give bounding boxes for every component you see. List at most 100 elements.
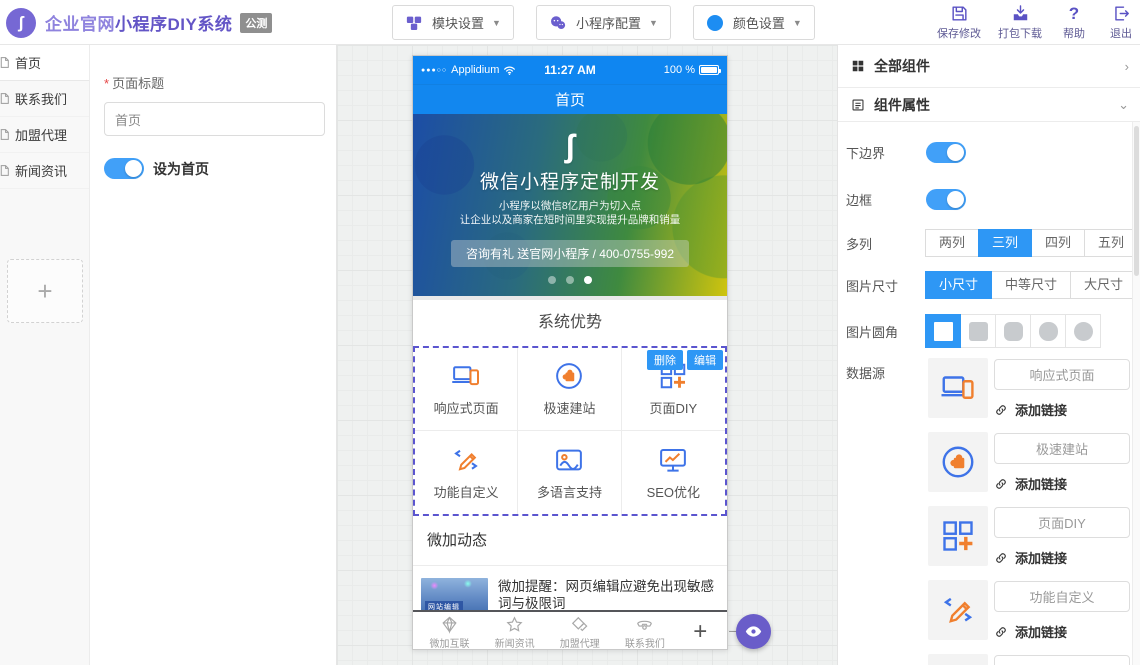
responsive-icon [451, 361, 481, 391]
scrollbar-thumb[interactable] [1134, 126, 1139, 276]
sidebar-item-agent[interactable]: 加盟代理 [0, 117, 89, 153]
prop-label: 图片圆角 [846, 322, 926, 341]
inspector-scrollbar[interactable] [1132, 122, 1140, 665]
responsive-icon [928, 358, 988, 418]
wifi-icon [503, 64, 516, 77]
prop-label: 多列 [846, 234, 926, 253]
chevron-down-icon: ▼ [649, 18, 658, 28]
news-list-item[interactable]: 网站编辑 微加提醒：网页编辑应避免出现敏感词与极限词 [413, 566, 727, 610]
wechat-icon [549, 14, 567, 32]
advantage-section-title: 系统优势 [413, 300, 727, 346]
columns-option-five[interactable]: 五列 [1084, 229, 1138, 257]
sidebar-item-home[interactable]: 首页 [0, 45, 89, 81]
save-button[interactable]: 保存修改 [937, 4, 981, 41]
radius-option-4[interactable] [1065, 314, 1101, 348]
columns-option-two[interactable]: 两列 [925, 229, 979, 257]
grid-icon [851, 59, 865, 73]
miniprogram-config-dropdown[interactable]: 小程序配置 ▼ [536, 5, 671, 40]
tab-news[interactable]: 新闻资讯 [482, 615, 547, 650]
radius-option-3[interactable] [1030, 314, 1066, 348]
chevron-down-icon: ▼ [793, 18, 802, 28]
tags-icon [570, 615, 589, 634]
news-section-title[interactable]: 微加动态 [413, 516, 727, 566]
page-icon [0, 128, 11, 141]
radius-option-2[interactable] [995, 314, 1031, 348]
page-title-input[interactable] [104, 102, 325, 136]
banner-subtitle: 小程序以微信8亿用户为切入点 让企业以及商家在短时间里实现提升品牌和销量 [413, 199, 727, 227]
add-link-button[interactable]: 添加链接 [994, 548, 1067, 567]
grid-item-fast-build[interactable]: 极速建站 [518, 348, 621, 431]
sidebar-item-news[interactable]: 新闻资讯 [0, 153, 89, 189]
radius-option-0[interactable] [925, 314, 961, 348]
tab-agent[interactable]: 加盟代理 [547, 615, 612, 650]
banner-component[interactable]: ʃ 微信小程序定制开发 小程序以微信8亿用户为切入点 让企业以及商家在短时间里实… [413, 114, 727, 296]
grid-item-multi-lang[interactable]: 多语言支持 [518, 431, 621, 514]
action-label: 帮助 [1063, 25, 1085, 41]
edit-component-button[interactable]: 编辑 [687, 350, 723, 370]
img-size-large[interactable]: 大尺寸 [1070, 271, 1137, 299]
datasource-title-input[interactable] [994, 359, 1130, 390]
datasource-title-input[interactable] [994, 581, 1130, 612]
download-icon [1011, 4, 1030, 23]
preview-eye-button[interactable] [736, 614, 771, 649]
link-icon [994, 477, 1008, 491]
status-time: 11:27 AM [520, 63, 619, 77]
custom-func-icon [451, 445, 481, 475]
all-components-header[interactable]: 全部组件 › [838, 45, 1140, 88]
datasource-title-input[interactable] [994, 655, 1130, 665]
img-size-medium[interactable]: 中等尺寸 [991, 271, 1071, 299]
radius-option-1[interactable] [960, 314, 996, 348]
add-link-button[interactable]: 添加链接 [994, 400, 1067, 419]
save-icon [950, 4, 969, 23]
sidebar-item-contact[interactable]: 联系我们 [0, 81, 89, 117]
bottom-border-toggle[interactable] [926, 142, 966, 163]
gem-icon [440, 615, 459, 634]
prop-row-bottom-border: 下边界 [846, 142, 966, 163]
grid-item-responsive[interactable]: 响应式页面 [415, 348, 518, 431]
prop-label: 下边界 [846, 143, 926, 162]
module-settings-dropdown[interactable]: 模块设置 ▼ [392, 5, 514, 40]
component-inspector: 全部组件 › 组件属性 ⌄ 下边界 边框 多列 两列 三列 四列 五列 图片尺寸… [837, 45, 1140, 665]
phone-icon [635, 615, 654, 634]
add-link-button[interactable]: 添加链接 [994, 474, 1067, 493]
advantage-grid-component[interactable]: 删除 编辑 响应式页面 极速建站 页面DIY 功能自定义 [413, 346, 727, 516]
app-logo-icon: ʃ [6, 8, 36, 38]
grid-item-seo[interactable]: SEO优化 [622, 431, 725, 514]
delete-component-button[interactable]: 删除 [647, 350, 683, 370]
grid-item-custom-func[interactable]: 功能自定义 [415, 431, 518, 514]
tab-add-button[interactable]: + [677, 618, 723, 646]
sidebar-item-label: 联系我们 [15, 89, 67, 108]
help-button[interactable]: ? 帮助 [1059, 4, 1089, 41]
columns-option-four[interactable]: 四列 [1031, 229, 1085, 257]
exit-button[interactable]: 退出 [1106, 4, 1136, 41]
datasource-title-input[interactable] [994, 433, 1130, 464]
page-diy-icon [928, 506, 988, 566]
carousel-dots [413, 276, 727, 284]
app-title-part1: 企业官网 [45, 15, 115, 34]
component-props-header[interactable]: 组件属性 ⌄ [838, 88, 1140, 122]
help-icon: ? [1069, 4, 1079, 23]
chevron-right-icon: › [1125, 59, 1129, 74]
columns-option-three[interactable]: 三列 [978, 229, 1032, 257]
add-link-button[interactable]: 添加链接 [994, 622, 1067, 641]
tab-weijia[interactable]: 微加互联 [417, 615, 482, 650]
carrier-label: Applidium [451, 64, 499, 76]
set-home-toggle[interactable] [104, 158, 144, 179]
fast-build-icon [928, 432, 988, 492]
battery-icon [699, 65, 719, 75]
datasource-title-input[interactable] [994, 507, 1130, 538]
action-label: 打包下载 [998, 25, 1042, 41]
dropdown-label: 小程序配置 [576, 13, 641, 32]
color-settings-dropdown[interactable]: 颜色设置 ▼ [693, 5, 815, 40]
link-icon [994, 625, 1008, 639]
datasource-label: 数据源 [846, 363, 885, 382]
custom-func-icon [928, 580, 988, 640]
banner-logo-icon: ʃ [413, 128, 727, 164]
add-page-button[interactable]: + [7, 259, 83, 323]
design-canvas: ●●●○○ Applidium 11:27 AM 100 % 首页 ʃ 微信小程… [337, 45, 837, 665]
border-toggle[interactable] [926, 189, 966, 210]
package-download-button[interactable]: 打包下载 [998, 4, 1042, 41]
tab-contact[interactable]: 联系我们 [612, 615, 677, 650]
img-size-small[interactable]: 小尺寸 [925, 271, 992, 299]
star-icon [505, 615, 524, 634]
